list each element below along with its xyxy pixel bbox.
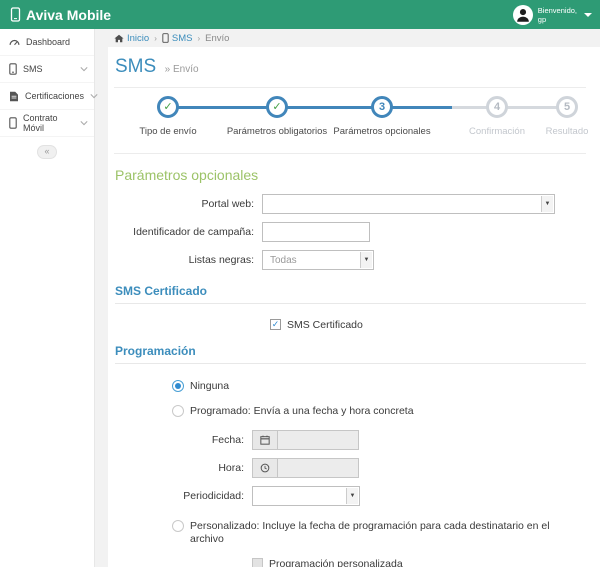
- content-panel: SMS » Envío ✓ ✓ 3 4 5 Tipo de envío Pará…: [108, 47, 600, 567]
- breadcrumb-separator: ›: [154, 33, 157, 43]
- page-subtitle: » Envío: [164, 64, 199, 75]
- sidebar-item-label: Contrato Móvil: [23, 113, 58, 133]
- tachometer-icon: [9, 37, 20, 48]
- home-icon: [114, 34, 124, 43]
- step-5-label: Resultado: [545, 126, 589, 137]
- section-heading-parametros-opcionales: Parámetros opcionales: [115, 167, 259, 183]
- radio-ninguna-row[interactable]: Ninguna: [114, 380, 586, 393]
- hora-row: Hora:: [114, 458, 586, 478]
- app-header: Aviva Mobile Bienvenido, gp: [0, 0, 600, 29]
- campaign-id-label: Identificador de campaña:: [133, 226, 254, 238]
- portal-web-label: Portal web:: [201, 198, 254, 210]
- calendar-icon: [252, 430, 277, 450]
- listas-negras-label: Listas negras:: [188, 254, 254, 266]
- mobile-icon: [9, 117, 17, 129]
- fecha-input[interactable]: [277, 430, 359, 450]
- breadcrumb: Inicio › SMS › Envío: [108, 29, 600, 47]
- sidebar-item-certificaciones[interactable]: Certificaciones: [0, 83, 98, 110]
- stepper-progress-line: [168, 106, 452, 109]
- listas-negras-row: Listas negras: Todas ▼: [114, 250, 586, 270]
- sms-certificado-checkbox-label: SMS Certificado: [287, 319, 363, 331]
- section-heading-sms-certificado: SMS Certificado: [115, 284, 586, 304]
- portal-web-select[interactable]: ▼: [262, 194, 555, 214]
- brand-title: Aviva Mobile: [26, 6, 112, 23]
- step-4-label: Confirmación: [469, 126, 525, 137]
- programacion-personalizada-checkbox-row[interactable]: Programación personalizada: [114, 558, 586, 567]
- breadcrumb-home-link[interactable]: Inicio: [114, 33, 149, 44]
- chevron-down-icon: ▼: [346, 488, 358, 504]
- personalizado-radio-label: Personalizado: Incluye la fecha de progr…: [190, 520, 550, 545]
- chevron-down-icon: [90, 93, 98, 99]
- step-2-label: Parámetros obligatorios: [226, 126, 328, 137]
- programacion-personalizada-checkbox-label: Programación personalizada: [269, 558, 403, 567]
- periodicidad-select[interactable]: ▼: [252, 486, 360, 506]
- listas-negras-select[interactable]: Todas ▼: [262, 250, 374, 270]
- radio-programado-row[interactable]: Programado: Envía a una fecha y hora con…: [114, 405, 586, 418]
- chevron-down-icon: [584, 12, 592, 17]
- sidebar-item-label: Dashboard: [26, 37, 71, 47]
- page-title-row: SMS » Envío: [114, 54, 586, 88]
- programado-radio-label: Programado: Envía a una fecha y hora con…: [190, 405, 414, 417]
- chevron-down-icon: [80, 66, 88, 72]
- sidebar-item-contrato-movil[interactable]: Contrato Móvil: [0, 110, 94, 137]
- page-title: SMS: [115, 56, 157, 77]
- programacion-personalizada-checkbox[interactable]: [252, 558, 263, 567]
- hora-input[interactable]: [277, 458, 359, 478]
- breadcrumb-separator: ›: [197, 33, 201, 43]
- user-menu[interactable]: Bienvenido, gp: [512, 4, 592, 25]
- programado-radio[interactable]: [172, 405, 184, 417]
- sidebar-item-dashboard[interactable]: Dashboard: [0, 29, 94, 56]
- campaign-id-input[interactable]: [262, 222, 370, 242]
- check-icon: ✓: [163, 100, 173, 113]
- ninguna-radio-label: Ninguna: [190, 380, 230, 392]
- sidebar: Dashboard SMS Certificaciones Contrato M…: [0, 29, 98, 567]
- ninguna-radio[interactable]: [172, 380, 184, 392]
- clock-icon: [252, 458, 277, 478]
- fecha-label: Fecha:: [211, 434, 244, 446]
- hora-label: Hora:: [218, 462, 244, 474]
- step-3-label: Parámetros opcionales: [333, 126, 431, 137]
- sidebar-collapse-button[interactable]: «: [37, 145, 57, 159]
- periodicidad-label: Periodicidad:: [183, 490, 244, 502]
- sidebar-item-label: SMS: [23, 64, 43, 74]
- wizard-stepper: ✓ ✓ 3 4 5 Tipo de envío Parámetros oblig…: [114, 96, 589, 154]
- welcome-text: Bienvenido, gp: [537, 5, 577, 24]
- phone-icon: [9, 63, 17, 75]
- periodicidad-row: Periodicidad: ▼: [114, 486, 586, 506]
- sidebar-item-label: Certificaciones: [25, 91, 85, 101]
- step-2-circle[interactable]: ✓: [266, 96, 288, 118]
- fecha-input-group: [252, 430, 359, 450]
- brand[interactable]: Aviva Mobile: [10, 7, 111, 23]
- phone-icon: [162, 33, 169, 43]
- portal-web-row: Portal web: ▼: [114, 194, 586, 214]
- stepper-remaining-line: [452, 106, 567, 109]
- sms-certificado-checkbox-row[interactable]: ✓ SMS Certificado: [114, 319, 586, 332]
- step-5-circle: 5: [556, 96, 578, 118]
- step-3-circle[interactable]: 3: [371, 96, 393, 118]
- section-heading-programacion: Programación: [115, 344, 586, 364]
- chevron-down-icon: [80, 120, 88, 126]
- step-1-label: Tipo de envío: [139, 126, 197, 137]
- personalizado-radio[interactable]: [172, 520, 184, 532]
- step-1-circle[interactable]: ✓: [157, 96, 179, 118]
- chevron-down-icon: ▼: [360, 252, 372, 268]
- chevron-down-icon: ▼: [541, 196, 553, 212]
- check-icon: ✓: [272, 100, 282, 113]
- radio-personalizado-row[interactable]: Personalizado: Incluye la fecha de progr…: [114, 520, 586, 546]
- avatar: [512, 4, 533, 25]
- step-4-circle: 4: [486, 96, 508, 118]
- sidebar-item-sms[interactable]: SMS: [0, 56, 94, 83]
- mobile-icon: [10, 7, 21, 22]
- fecha-row: Fecha:: [114, 430, 586, 450]
- breadcrumb-sms-link[interactable]: SMS: [162, 33, 192, 44]
- hora-input-group: [252, 458, 359, 478]
- breadcrumb-current: Envío: [205, 32, 230, 44]
- certificate-icon: [9, 91, 19, 102]
- campaign-id-row: Identificador de campaña:: [114, 222, 586, 242]
- sms-certificado-checkbox[interactable]: ✓: [270, 319, 281, 330]
